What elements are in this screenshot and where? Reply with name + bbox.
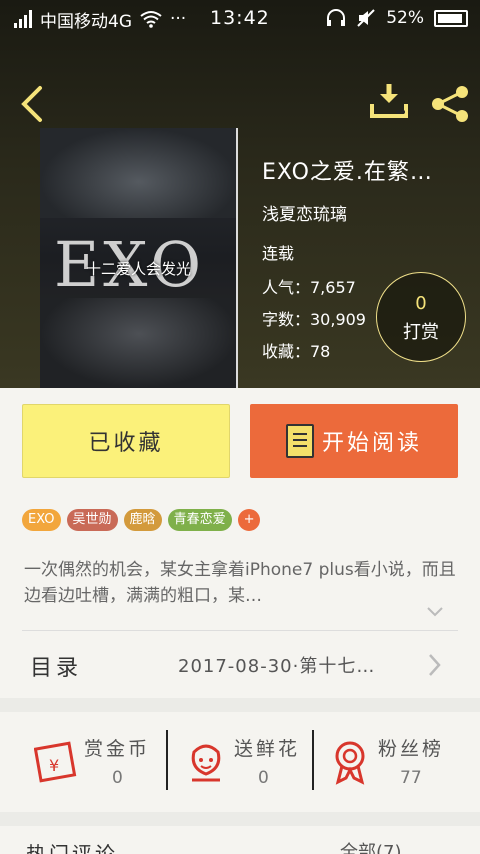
tag-pill[interactable]: 鹿晗 [123,509,162,531]
fan-ranking-button[interactable]: 粉丝榜 77 [328,728,478,798]
tag-list: EXO 吴世勋 鹿晗 青春恋爱 + [22,509,261,531]
wifi-icon [140,11,162,28]
table-of-contents-row[interactable]: 目录 2017-08-30·第十七… [0,630,480,698]
collect-button-label: 已收藏 [88,431,164,456]
book-author[interactable]: 浅夏恋琉璃 [262,200,347,225]
chevron-right-icon [429,654,441,676]
tag-pill[interactable]: 青春恋爱 [167,509,232,531]
tip-label: 打赏 [403,322,439,343]
section-gap [0,698,480,712]
stat-value: 0 [258,768,269,788]
start-reading-button[interactable]: 开始阅读 [250,404,458,478]
stats-row: ¥ 赏金币 0 送鲜花 0 粉丝榜 77 [0,712,480,812]
divider [166,730,168,790]
cover-tagline: 十二爱人会发光 [86,260,192,278]
svg-text:¥: ¥ [49,756,59,775]
share-icon[interactable] [428,82,472,126]
tag-pill[interactable]: EXO [22,509,61,531]
chevron-down-icon[interactable] [426,606,444,618]
signal-icon [14,10,32,28]
book-title: EXO之爱.在繁… [262,160,433,185]
carrier-label: 中国移动4G [40,11,132,32]
start-reading-label: 开始阅读 [321,431,422,456]
section-gap [0,812,480,826]
tip-button[interactable]: 0 打赏 [376,272,466,362]
cover-photo-bottom [40,298,236,388]
book-popularity: 人气：7,657 [262,278,356,297]
reward-coins-button[interactable]: ¥ 赏金币 0 [34,728,184,798]
all-comments-link[interactable]: 全部(7) [340,838,402,854]
clock: 13:42 [210,7,270,29]
tag-pill[interactable]: 吴世勋 [66,509,118,531]
back-button[interactable] [14,82,50,126]
stat-label: 送鲜花 [234,738,301,760]
mute-icon [357,9,375,27]
more-dots: ··· [170,9,187,29]
collect-button[interactable]: 已收藏 [22,404,230,478]
divider [312,730,314,790]
medal-icon [335,741,365,785]
flower-icon [191,744,221,782]
battery-icon [434,9,468,27]
hot-comments-title: 热门评论 [26,842,118,854]
book-description[interactable]: 一次偶然的机会，某女主拿着iPhone7 plus看小说，而且边看边吐槽，满满的… [24,557,464,609]
stat-label: 粉丝榜 [378,738,445,760]
book-icon [285,424,314,458]
tag-pill[interactable]: + [237,509,261,531]
book-cover: EXO 十二爱人会发光 [40,128,238,388]
book-word-count: 字数：30,909 [262,310,366,329]
latest-chapter: 2017-08-30·第十七… [178,656,376,677]
cover-photo-top [40,128,236,218]
status-bar: 中国移动4G ··· 13:42 52% [0,0,480,38]
book-favorites: 收藏：78 [262,342,331,361]
red-envelope-icon: ¥ [34,741,77,783]
download-icon[interactable] [368,82,410,124]
tip-count: 0 [415,293,427,314]
toc-label: 目录 [30,656,83,681]
headphones-icon [327,9,346,26]
stat-label: 赏金币 [84,738,151,760]
stat-value: 0 [112,768,123,788]
stat-value: 77 [400,768,422,788]
book-status: 连载 [262,244,295,263]
battery-percent: 52% [386,8,424,28]
book-header: 中国移动4G ··· 13:42 52% EXO 十二爱人会发光 EXO之爱.在… [0,0,480,388]
